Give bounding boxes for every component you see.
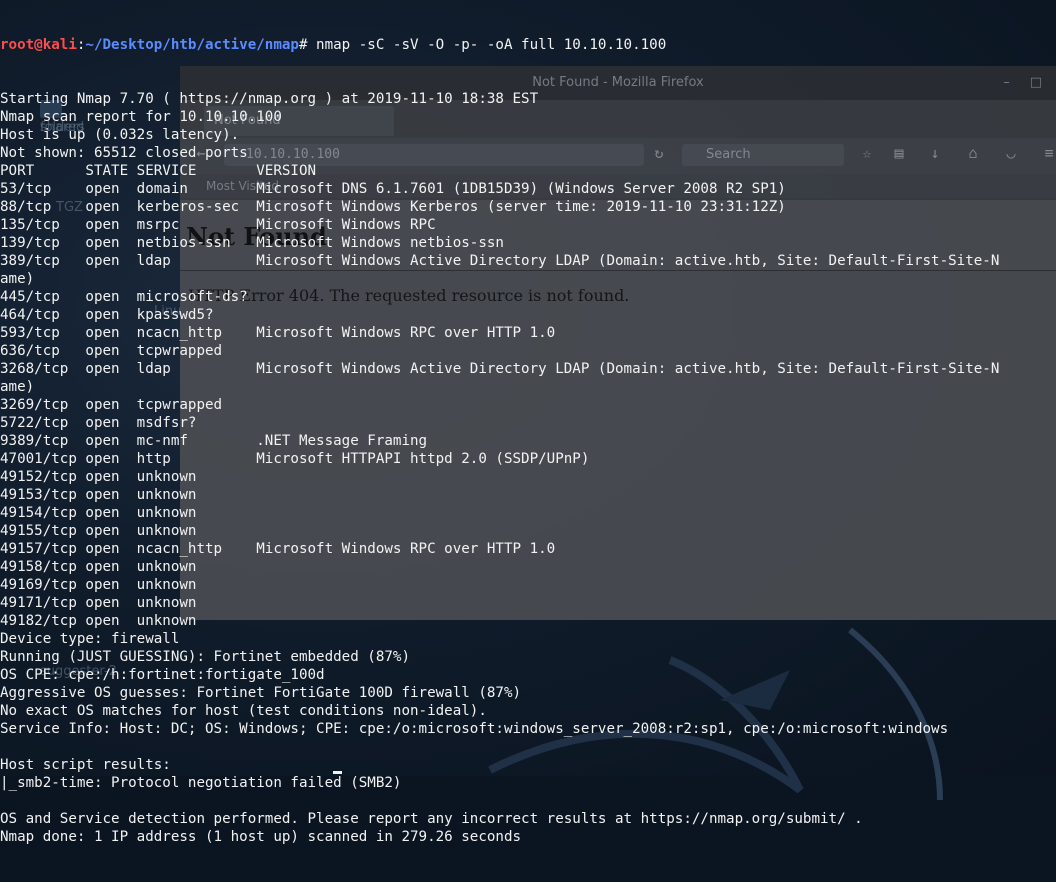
terminal-line: Nmap done: 1 IP address (1 host up) scan…: [0, 829, 522, 845]
terminal-line: 139/tcp open netbios-ssn Microsoft Windo…: [0, 235, 504, 251]
terminal-line: Aggressive OS guesses: Fortinet FortiGat…: [0, 685, 522, 701]
terminal-line: 49155/tcp open unknown: [0, 523, 197, 539]
terminal-line: OS CPE: cpe:/h:fortinet:fortigate_100d: [0, 667, 325, 683]
terminal-line: 3268/tcp open ldap Microsoft Windows Act…: [0, 361, 1000, 377]
prompt-user-host: root@kali: [0, 37, 77, 53]
terminal-line: 389/tcp open ldap Microsoft Windows Acti…: [0, 253, 1000, 269]
terminal-line: 445/tcp open microsoft-ds?: [0, 289, 248, 305]
command-prompt-line: root@kali:~/Desktop/htb/active/nmap# nma…: [0, 36, 1056, 54]
terminal-line: 49169/tcp open unknown: [0, 577, 197, 593]
terminal-output[interactable]: root@kali:~/Desktop/htb/active/nmap# nma…: [0, 0, 1056, 845]
terminal-line: ame): [0, 379, 35, 395]
terminal-line: Device type: firewall: [0, 631, 180, 647]
terminal-line: 49157/tcp open ncacn_http Microsoft Wind…: [0, 541, 556, 557]
terminal-lines: Starting Nmap 7.70 ( https://nmap.org ) …: [0, 90, 1056, 846]
terminal-line: Host script results:: [0, 757, 171, 773]
terminal-line: 47001/tcp open http Microsoft HTTPAPI ht…: [0, 451, 590, 467]
terminal-line: Nmap scan report for 10.10.10.100: [0, 109, 282, 125]
terminal-line: 49171/tcp open unknown: [0, 595, 197, 611]
terminal-line: 49152/tcp open unknown: [0, 469, 197, 485]
terminal-line: |_smb2-time: Protocol negotiation failed…: [0, 775, 402, 791]
terminal-line: Service Info: Host: DC; OS: Windows; CPE…: [0, 721, 949, 737]
terminal-line: OS and Service detection performed. Plea…: [0, 811, 863, 827]
terminal-line: No exact OS matches for host (test condi…: [0, 703, 487, 719]
terminal-line: PORT STATE SERVICE VERSION: [0, 163, 317, 179]
terminal-line: 49153/tcp open unknown: [0, 487, 197, 503]
terminal-line: Host is up (0.032s latency).: [0, 127, 240, 143]
terminal-line: Not shown: 65512 closed ports: [0, 145, 248, 161]
terminal-cursor: [333, 771, 342, 774]
terminal-line: 135/tcp open msrpc Microsoft Windows RPC: [0, 217, 436, 233]
terminal-line: 593/tcp open ncacn_http Microsoft Window…: [0, 325, 556, 341]
terminal-line: 5722/tcp open msdfsr?: [0, 415, 197, 431]
terminal-line: 88/tcp open kerberos-sec Microsoft Windo…: [0, 199, 786, 215]
terminal-line: Starting Nmap 7.70 ( https://nmap.org ) …: [0, 91, 539, 107]
terminal-line: Running (JUST GUESSING): Fortinet embedd…: [0, 649, 410, 665]
terminal-line: 49158/tcp open unknown: [0, 559, 197, 575]
prompt-symbol: #: [298, 37, 308, 53]
terminal-line: 9389/tcp open mc-nmf .NET Message Framin…: [0, 433, 428, 449]
terminal-line: 49154/tcp open unknown: [0, 505, 197, 521]
terminal-line: 3269/tcp open tcpwrapped: [0, 397, 223, 413]
terminal-line: 53/tcp open domain Microsoft DNS 6.1.760…: [0, 181, 786, 197]
command-text: nmap -sC -sV -O -p- -oA full 10.10.10.10…: [307, 37, 667, 53]
terminal-line: 464/tcp open kpasswd5?: [0, 307, 214, 323]
prompt-path: ~/Desktop/htb/active/nmap: [85, 37, 299, 53]
terminal-line: 49182/tcp open unknown: [0, 613, 197, 629]
terminal-line: 636/tcp open tcpwrapped: [0, 343, 223, 359]
terminal-line: ame): [0, 271, 35, 287]
